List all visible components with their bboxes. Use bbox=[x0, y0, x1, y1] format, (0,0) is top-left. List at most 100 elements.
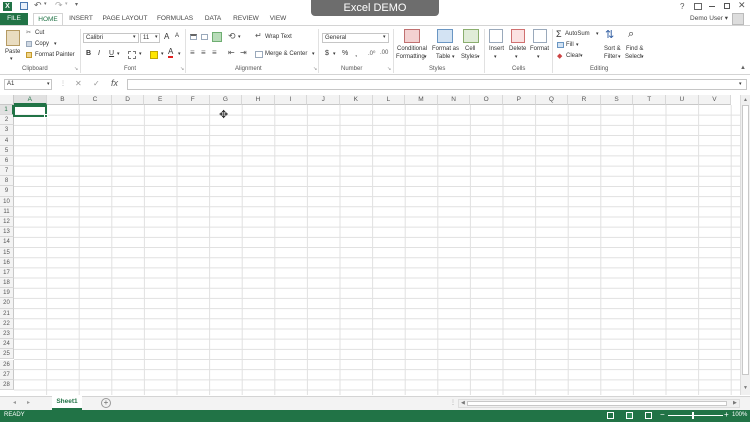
column-header-v[interactable]: V bbox=[698, 95, 732, 105]
decrease-decimal-icon[interactable]: .00 bbox=[380, 50, 388, 56]
clear-icon[interactable]: ◆ bbox=[557, 52, 562, 60]
close-icon[interactable]: ✕ bbox=[738, 0, 746, 11]
expand-formula-icon[interactable]: ▾ bbox=[739, 81, 742, 87]
column-header-g[interactable]: G bbox=[209, 95, 243, 105]
sort-filter-icon[interactable]: ⇅ bbox=[605, 28, 614, 41]
conditional-dropdown-icon[interactable]: ▾ bbox=[424, 54, 427, 60]
insert-dropdown-icon[interactable]: ▾ bbox=[494, 54, 497, 60]
format-as-table-icon[interactable] bbox=[437, 29, 453, 43]
fill-button[interactable]: Fill bbox=[566, 42, 574, 48]
column-header-o[interactable]: O bbox=[470, 95, 503, 105]
restore-icon[interactable] bbox=[724, 3, 730, 9]
row-header-9[interactable]: 9 bbox=[0, 186, 14, 197]
align-top-icon[interactable] bbox=[190, 34, 197, 40]
column-header-k[interactable]: K bbox=[340, 95, 373, 105]
active-cell[interactable] bbox=[13, 105, 47, 117]
name-box-dropdown-icon[interactable]: ▾ bbox=[47, 81, 50, 87]
scroll-down-icon[interactable]: ▼ bbox=[743, 385, 748, 391]
row-header-1[interactable]: 1 bbox=[0, 105, 14, 116]
enter-entry-button[interactable]: ✓ bbox=[93, 79, 100, 88]
format-as-table-button[interactable]: Format as bbox=[432, 46, 459, 52]
paste-icon[interactable] bbox=[6, 30, 20, 46]
next-sheet-icon[interactable]: ▸ bbox=[27, 399, 30, 406]
zoom-slider[interactable] bbox=[668, 415, 723, 416]
vertical-scrollbar[interactable]: ▲ ▼ bbox=[740, 95, 750, 395]
name-box[interactable]: A1 bbox=[4, 79, 52, 90]
increase-decimal-icon[interactable]: .0⁰ bbox=[368, 50, 375, 57]
orientation-icon[interactable]: ⟲ bbox=[228, 31, 236, 42]
italic-button[interactable]: I bbox=[98, 50, 100, 57]
column-header-i[interactable]: I bbox=[274, 95, 308, 105]
save-icon[interactable] bbox=[20, 2, 28, 10]
conditional-formatting-icon[interactable] bbox=[404, 29, 420, 43]
cut-icon[interactable]: ✂ bbox=[26, 29, 31, 36]
shrink-font-button[interactable]: A bbox=[175, 33, 179, 39]
format-painter-icon[interactable] bbox=[26, 52, 32, 58]
percent-button[interactable]: % bbox=[342, 50, 348, 57]
row-header-3[interactable]: 3 bbox=[0, 125, 14, 136]
cut-button[interactable]: Cut bbox=[35, 30, 44, 36]
user-name[interactable]: Demo User ▾ bbox=[688, 13, 728, 25]
increase-indent-icon[interactable]: ⇥ bbox=[240, 48, 247, 57]
row-header-6[interactable]: 6 bbox=[0, 155, 14, 167]
new-sheet-button[interactable]: + bbox=[101, 398, 111, 408]
delete-cells-icon[interactable] bbox=[511, 29, 525, 43]
copy-button[interactable]: Copy bbox=[35, 41, 49, 47]
column-header-h[interactable]: H bbox=[242, 95, 275, 105]
column-header-r[interactable]: R bbox=[568, 95, 601, 105]
page-break-view-icon[interactable] bbox=[645, 412, 652, 419]
tab-review[interactable]: REVIEW bbox=[230, 13, 262, 25]
font-color-dropdown-icon[interactable]: ▾ bbox=[178, 51, 181, 57]
find-dropdown-icon[interactable]: ▾ bbox=[641, 54, 644, 60]
autosum-button[interactable]: AutoSum bbox=[565, 31, 590, 37]
row-header-17[interactable]: 17 bbox=[0, 267, 14, 279]
row-header-18[interactable]: 18 bbox=[0, 278, 14, 289]
delete-cells-button[interactable]: Delete bbox=[509, 46, 526, 52]
fill-dropdown-icon[interactable]: ▾ bbox=[576, 42, 579, 48]
spreadsheet-grid[interactable]: ABCDEFGHIJKLMNOPQRSTUV 1 2 3 4 5 6 7 8 9 10 11 12 13… bbox=[0, 95, 740, 395]
undo-icon[interactable]: ↶ bbox=[34, 0, 42, 11]
scroll-up-icon[interactable]: ▲ bbox=[743, 97, 748, 103]
scroll-right-icon[interactable]: ▶ bbox=[733, 400, 737, 406]
align-bottom-icon[interactable] bbox=[212, 32, 222, 42]
row-header-19[interactable]: 19 bbox=[0, 288, 14, 299]
row-header-15[interactable]: 15 bbox=[0, 247, 14, 258]
currency-dropdown-icon[interactable]: ▾ bbox=[333, 51, 336, 57]
row-header-14[interactable]: 14 bbox=[0, 237, 14, 248]
column-header-f[interactable]: F bbox=[177, 95, 210, 105]
align-left-icon[interactable]: ≡ bbox=[190, 48, 195, 57]
redo-dropdown-icon[interactable]: ▾ bbox=[65, 1, 68, 7]
vertical-scroll-thumb[interactable] bbox=[742, 105, 749, 375]
underline-button[interactable]: U bbox=[109, 50, 114, 57]
tab-split-icon[interactable]: ⋮ bbox=[450, 399, 456, 406]
tab-insert[interactable]: INSERT bbox=[66, 13, 96, 25]
conditional-formatting-button[interactable]: Conditional bbox=[397, 46, 427, 52]
format-cells-button[interactable]: Format bbox=[530, 46, 549, 52]
font-launcher-icon[interactable]: ↘ bbox=[180, 66, 184, 72]
column-header-j[interactable]: J bbox=[307, 95, 340, 105]
insert-cells-icon[interactable] bbox=[489, 29, 503, 43]
copy-dropdown-icon[interactable]: ▾ bbox=[54, 41, 57, 47]
row-header-8[interactable]: 8 bbox=[0, 176, 14, 187]
horizontal-scroll-thumb[interactable] bbox=[467, 401, 727, 406]
undo-dropdown-icon[interactable]: ▾ bbox=[44, 1, 47, 7]
column-header-n[interactable]: N bbox=[437, 95, 471, 105]
customize-qat-icon[interactable]: ▾ bbox=[75, 1, 78, 8]
row-header-11[interactable]: 11 bbox=[0, 206, 14, 217]
zoom-slider-thumb[interactable] bbox=[692, 412, 694, 419]
tab-file[interactable]: FILE bbox=[0, 13, 28, 25]
format-painter-button[interactable]: Format Painter bbox=[35, 52, 75, 58]
clipboard-launcher-icon[interactable]: ↘ bbox=[74, 66, 78, 72]
zoom-in-icon[interactable]: + bbox=[724, 410, 729, 419]
row-header-23[interactable]: 23 bbox=[0, 328, 14, 340]
sheet-tab-sheet1[interactable]: Sheet1 bbox=[52, 396, 82, 410]
collapse-ribbon-icon[interactable]: ▲ bbox=[740, 65, 746, 71]
column-header-s[interactable]: S bbox=[600, 95, 634, 105]
sort-filter-button[interactable]: Sort & bbox=[604, 46, 621, 52]
sort-dropdown-icon[interactable]: ▾ bbox=[618, 54, 621, 60]
decrease-indent-icon[interactable]: ⇤ bbox=[228, 48, 235, 57]
merge-dropdown-icon[interactable]: ▾ bbox=[312, 51, 315, 57]
scroll-left-icon[interactable]: ◀ bbox=[461, 400, 465, 406]
font-name-box[interactable]: Calibri bbox=[83, 33, 139, 43]
align-center-icon[interactable]: ≡ bbox=[201, 48, 206, 57]
